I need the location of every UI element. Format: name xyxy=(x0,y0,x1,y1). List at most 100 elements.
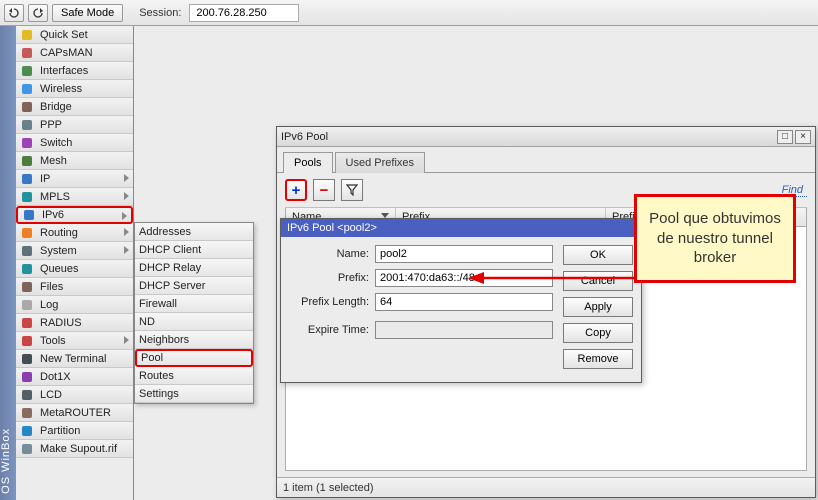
add-button[interactable]: + xyxy=(285,179,307,201)
submenu-arrow-icon xyxy=(124,192,129,200)
sidebar-item-label: Partition xyxy=(40,425,80,437)
submenu-item-label: Addresses xyxy=(139,226,191,238)
copy-button[interactable]: Copy xyxy=(563,323,633,343)
sidebar-item-ip[interactable]: IP xyxy=(16,170,133,188)
submenu-item-dhcp-server[interactable]: DHCP Server xyxy=(135,277,253,295)
dot-icon xyxy=(20,46,34,60)
name-label: Name: xyxy=(289,248,375,260)
sidebar-item-label: RADIUS xyxy=(40,317,82,329)
ok-button[interactable]: OK xyxy=(563,245,633,265)
status-text: 1 item (1 selected) xyxy=(283,482,373,494)
tab-pools[interactable]: Pools xyxy=(283,152,333,173)
sidebar-item-label: Switch xyxy=(40,137,72,149)
sidebar-item-wireless[interactable]: Wireless xyxy=(16,80,133,98)
sidebar-item-dot1x[interactable]: Dot1X xyxy=(16,368,133,386)
iface-icon xyxy=(20,64,34,78)
switch-icon xyxy=(20,136,34,150)
sidebar-item-partition[interactable]: Partition xyxy=(16,422,133,440)
sidebar-item-log[interactable]: Log xyxy=(16,296,133,314)
sidebar-item-queues[interactable]: Queues xyxy=(16,260,133,278)
annotation-arrow-icon xyxy=(468,268,638,288)
submenu-item-pool[interactable]: Pool xyxy=(135,349,253,367)
mesh-icon xyxy=(20,154,34,168)
sidebar-item-capsman[interactable]: CAPsMAN xyxy=(16,44,133,62)
tools-icon xyxy=(20,334,34,348)
name-input[interactable] xyxy=(375,245,553,263)
submenu-item-label: Routes xyxy=(139,370,174,382)
left-stripe: OS WinBox xyxy=(0,26,16,500)
log-icon xyxy=(20,298,34,312)
sidebar-item-make-supout-rif[interactable]: Make Supout.rif xyxy=(16,440,133,458)
submenu-item-nd[interactable]: ND xyxy=(135,313,253,331)
remove-row-button[interactable]: − xyxy=(313,179,335,201)
ipv6-icon xyxy=(22,208,36,222)
tab-used-prefixes[interactable]: Used Prefixes xyxy=(335,152,425,173)
sidebar-item-mpls[interactable]: MPLS xyxy=(16,188,133,206)
sidebar-item-label: System xyxy=(40,245,77,257)
submenu-item-label: DHCP Client xyxy=(139,244,201,256)
sidebar-item-interfaces[interactable]: Interfaces xyxy=(16,62,133,80)
window-close-button[interactable]: × xyxy=(795,130,811,144)
apply-button[interactable]: Apply xyxy=(563,297,633,317)
submenu-item-routes[interactable]: Routes xyxy=(135,367,253,385)
sidebar-item-label: Routing xyxy=(40,227,78,239)
sidebar-item-label: IPv6 xyxy=(42,209,64,221)
safe-mode-button[interactable]: Safe Mode xyxy=(52,4,123,22)
sidebar-item-new-terminal[interactable]: New Terminal xyxy=(16,350,133,368)
sidebar-item-lcd[interactable]: LCD xyxy=(16,386,133,404)
bridge-icon xyxy=(20,100,34,114)
sidebar-item-label: LCD xyxy=(40,389,62,401)
submenu-item-label: Pool xyxy=(141,352,163,364)
sidebar-item-label: Tools xyxy=(40,335,66,347)
sidebar-item-metarouter[interactable]: MetaROUTER xyxy=(16,404,133,422)
remove-button[interactable]: Remove xyxy=(563,349,633,369)
prefix-length-label: Prefix Length: xyxy=(289,296,375,308)
sidebar-item-quick-set[interactable]: Quick Set xyxy=(16,26,133,44)
wand-icon xyxy=(20,28,34,42)
sidebar-item-label: Mesh xyxy=(40,155,67,167)
submenu-arrow-icon xyxy=(124,228,129,236)
prefix-length-input[interactable] xyxy=(375,293,553,311)
submenu-arrow-icon xyxy=(124,246,129,254)
window-restore-button[interactable]: □ xyxy=(777,130,793,144)
expire-input xyxy=(375,321,553,339)
supout-icon xyxy=(20,442,34,456)
sidebar-item-bridge[interactable]: Bridge xyxy=(16,98,133,116)
submenu-item-firewall[interactable]: Firewall xyxy=(135,295,253,313)
window-title: IPv6 Pool xyxy=(281,131,328,143)
submenu-item-label: ND xyxy=(139,316,155,328)
submenu-item-neighbors[interactable]: Neighbors xyxy=(135,331,253,349)
sidebar-item-radius[interactable]: RADIUS xyxy=(16,314,133,332)
sidebar-item-routing[interactable]: Routing xyxy=(16,224,133,242)
sidebar-item-label: Interfaces xyxy=(40,65,88,77)
submenu-item-label: Firewall xyxy=(139,298,177,310)
sidebar-item-label: CAPsMAN xyxy=(40,47,93,59)
sidebar-item-label: Quick Set xyxy=(40,29,88,41)
sidebar-item-ipv6[interactable]: IPv6 xyxy=(16,206,133,224)
filter-button[interactable] xyxy=(341,179,363,201)
submenu-arrow-icon xyxy=(124,174,129,182)
submenu-item-label: Neighbors xyxy=(139,334,189,346)
submenu-item-dhcp-relay[interactable]: DHCP Relay xyxy=(135,259,253,277)
sidebar-item-switch[interactable]: Switch xyxy=(16,134,133,152)
ppp-icon xyxy=(20,118,34,132)
pool-edit-dialog: IPv6 Pool <pool2> Name: Prefix: Prefix L… xyxy=(280,218,642,383)
submenu-item-settings[interactable]: Settings xyxy=(135,385,253,403)
meta-icon xyxy=(20,406,34,420)
submenu-item-label: DHCP Server xyxy=(139,280,205,292)
sidebar-item-label: IP xyxy=(40,173,50,185)
undo-button[interactable] xyxy=(4,4,24,22)
sidebar-item-ppp[interactable]: PPP xyxy=(16,116,133,134)
sidebar-item-mesh[interactable]: Mesh xyxy=(16,152,133,170)
sidebar-item-tools[interactable]: Tools xyxy=(16,332,133,350)
sidebar-item-label: MetaROUTER xyxy=(40,407,111,419)
sidebar-item-system[interactable]: System xyxy=(16,242,133,260)
submenu-item-label: DHCP Relay xyxy=(139,262,201,274)
sidebar-item-files[interactable]: Files xyxy=(16,278,133,296)
submenu-arrow-icon xyxy=(124,336,129,344)
redo-button[interactable] xyxy=(28,4,48,22)
submenu-item-addresses[interactable]: Addresses xyxy=(135,223,253,241)
submenu-item-dhcp-client[interactable]: DHCP Client xyxy=(135,241,253,259)
sidebar-item-label: Log xyxy=(40,299,58,311)
lcd-icon xyxy=(20,388,34,402)
